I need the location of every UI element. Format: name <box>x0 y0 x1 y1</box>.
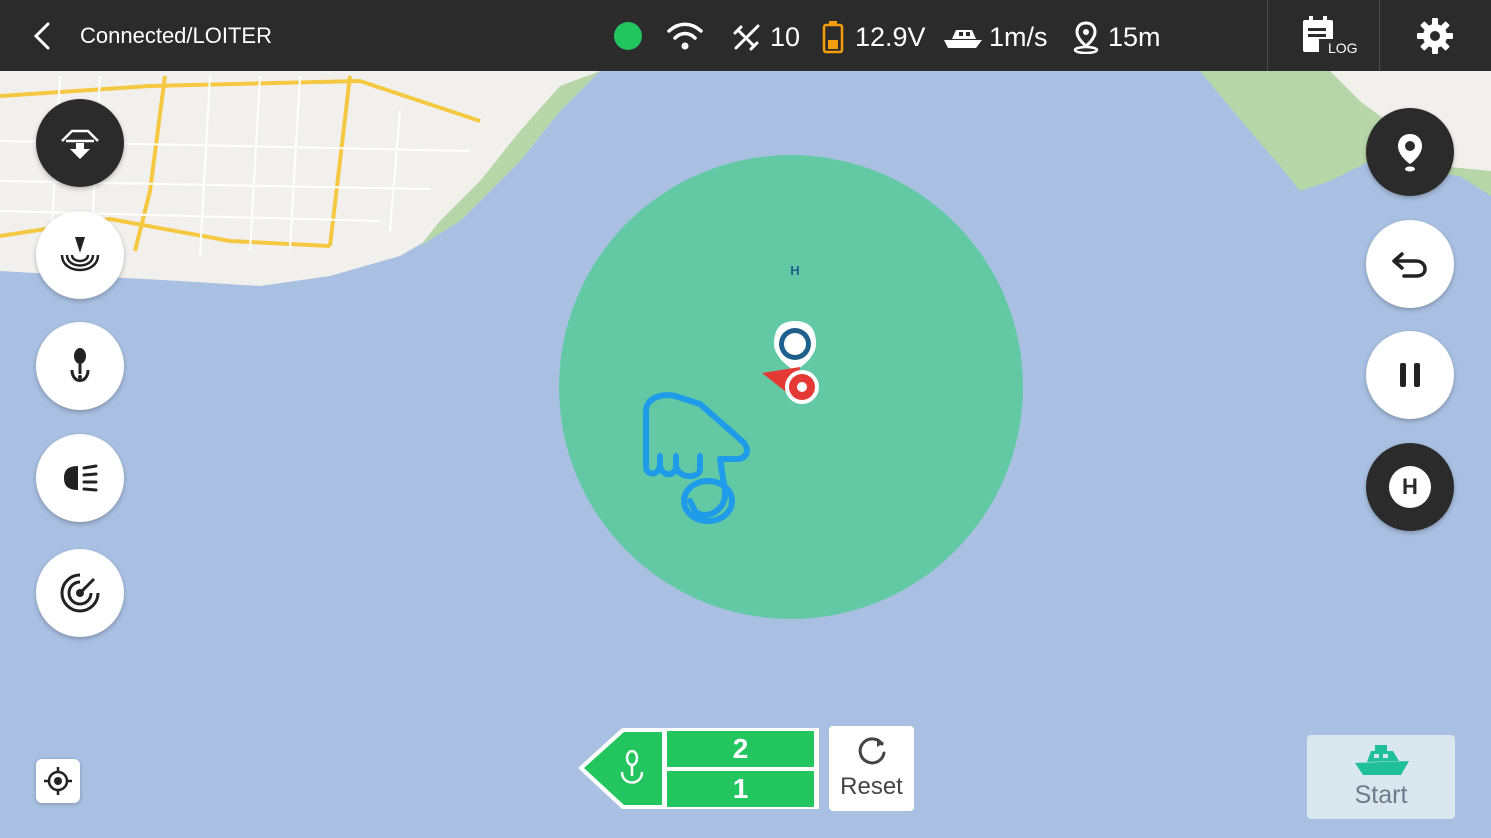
start-label: Start <box>1354 781 1408 809</box>
bait-slot-1-label: 1 <box>732 773 749 804</box>
crosshair-icon <box>44 767 72 795</box>
fishing-hook-icon <box>70 348 90 382</box>
sonar-button[interactable] <box>36 211 124 299</box>
satellite-count: 10 <box>770 22 801 52</box>
settings-button[interactable] <box>1380 0 1491 71</box>
connected-indicator-icon <box>614 22 642 50</box>
locate-me-button[interactable] <box>36 759 80 803</box>
layers-download-icon <box>61 129 99 159</box>
top-status-bar: Connected/LOITER 10 12.9V 1m/s 15m LOG <box>0 0 1491 71</box>
reset-label: Reset <box>840 773 903 800</box>
boat-speed: 1m/s <box>989 22 1048 52</box>
start-button[interactable]: Start <box>1307 735 1455 819</box>
bait-selector: 2 1 <box>576 726 819 811</box>
chevron-left-icon <box>33 22 50 50</box>
home-marker-label: H <box>790 263 800 278</box>
back-button[interactable] <box>26 20 58 52</box>
set-waypoint-button[interactable] <box>1366 108 1454 196</box>
fishing-hook-icon <box>620 750 644 784</box>
battery-icon <box>822 21 844 54</box>
home-icon: H <box>1389 466 1431 508</box>
refresh-icon <box>858 737 886 765</box>
reset-button[interactable]: Reset <box>829 726 914 811</box>
return-home-button[interactable]: H <box>1366 443 1454 531</box>
log-label: LOG <box>1328 40 1358 56</box>
map-view[interactable]: H <box>0 71 1491 838</box>
headlight-icon <box>64 464 98 492</box>
bait-drop-button[interactable] <box>36 322 124 410</box>
location-distance-icon <box>1073 21 1099 54</box>
radar-button[interactable] <box>36 549 124 637</box>
bait-slot-2[interactable]: 2 <box>667 731 814 767</box>
map-layer-button[interactable] <box>36 99 124 187</box>
boat-speed-icon <box>944 30 982 48</box>
pause-button[interactable] <box>1366 331 1454 419</box>
undo-button[interactable] <box>1366 220 1454 308</box>
home-distance: 15m <box>1108 22 1161 52</box>
sonar-icon <box>60 237 100 272</box>
undo-icon <box>1392 252 1427 278</box>
home-button-label: H <box>1402 474 1418 499</box>
radar-icon <box>60 573 100 613</box>
light-button[interactable] <box>36 434 124 522</box>
gear-icon <box>1417 18 1453 54</box>
wifi-icon <box>667 22 703 50</box>
connection-status: Connected/LOITER <box>80 23 272 48</box>
battery-voltage: 12.9V <box>855 22 926 52</box>
bait-slot-1[interactable]: 1 <box>667 771 814 807</box>
map-pin-icon <box>1398 134 1422 172</box>
bait-slot-2-label: 2 <box>732 733 749 764</box>
satellite-icon <box>733 24 760 51</box>
boat-icon <box>1355 745 1409 775</box>
pause-icon <box>1400 363 1420 387</box>
log-button[interactable]: LOG <box>1268 0 1379 71</box>
